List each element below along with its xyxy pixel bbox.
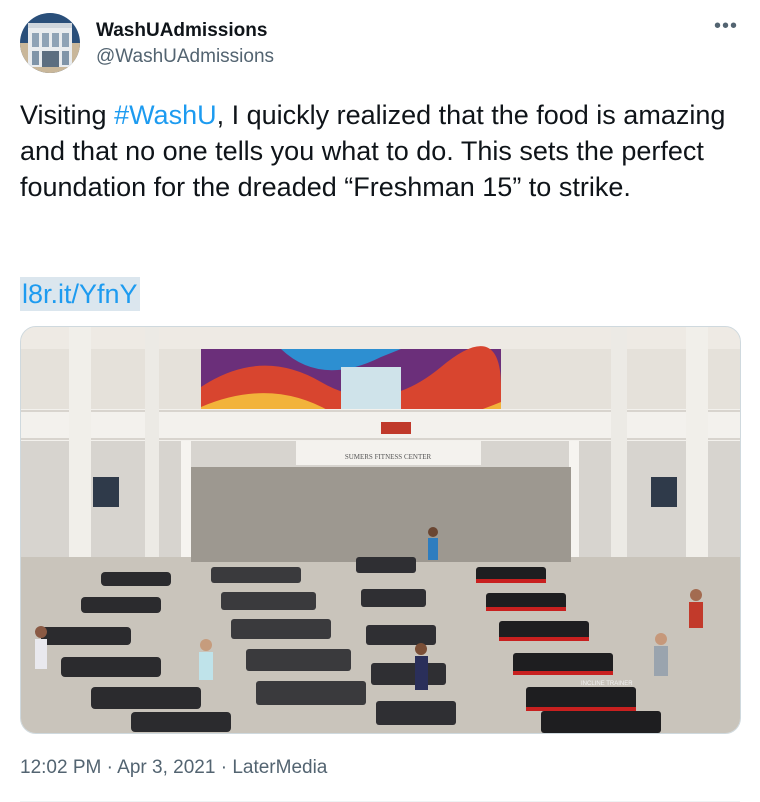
meta-separator: · [106,757,113,778]
tweet-image[interactable]: SUMERS FITNESS CENTER INCLINE TRAINER [20,326,741,734]
short-link[interactable]: l8r.it/YfnY [20,277,140,311]
display-name[interactable]: WashUAdmissions [96,20,267,42]
meta-separator-2: · [220,757,228,778]
tweet-source[interactable]: LaterMedia [232,757,327,778]
tweet-text-start: Visiting [20,100,115,130]
building-photo-avatar [20,13,80,73]
tweet-meta: 12:02 PM · Apr 3, 2021 · LaterMedia [20,757,327,779]
tweet-time[interactable]: 12:02 PM [20,757,101,778]
user-handle[interactable]: @WashUAdmissions [96,46,274,68]
more-horizontal-icon[interactable]: ••• [714,16,738,36]
hashtag-link[interactable]: #WashU [114,100,217,130]
tweet-text: Visiting #WashU, I quickly realized that… [20,97,740,205]
tweet-date[interactable]: Apr 3, 2021 [117,757,215,778]
treadmill-label: INCLINE TRAINER [581,681,633,687]
avatar[interactable] [20,13,80,73]
gym-photo: SUMERS FITNESS CENTER INCLINE TRAINER [21,327,740,733]
gym-sign: SUMERS FITNESS CENTER [345,453,432,461]
